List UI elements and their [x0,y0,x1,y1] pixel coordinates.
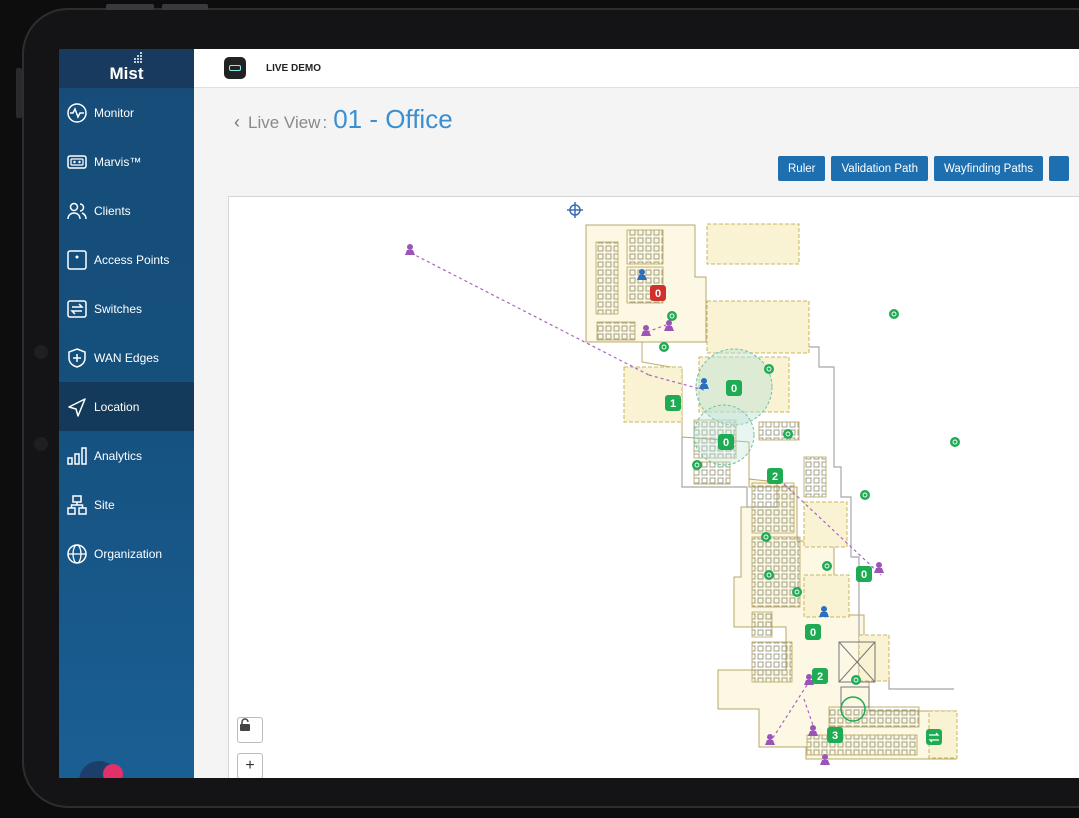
org-logo-icon[interactable] [224,57,246,79]
page-title: 01 - Office [333,104,453,134]
access-point-icon [66,249,88,271]
sidebar: Mist Monitor Marvis™ Clients Access Poin… [59,49,194,778]
validation-path-button[interactable]: Validation Path [831,156,928,181]
site-icon [66,494,88,516]
pulse-icon [66,102,88,124]
sidebar-item-label: Access Points [94,252,170,267]
location-arrow-icon [66,396,88,418]
sidebar-item-analytics[interactable]: Analytics [59,431,194,480]
switch-icon [66,298,88,320]
sidebar-item-marvis[interactable]: Marvis™ [59,137,194,186]
map-crosshair-icon [567,202,583,218]
sidebar-item-organization[interactable]: Organization [59,529,194,578]
sidebar-item-label: Organization [94,546,163,561]
sidebar-item-label: Monitor [94,105,135,120]
app-screen: Mist Monitor Marvis™ Clients Access Poin… [59,49,1079,778]
sidebar-item-label: Location [94,399,140,414]
switch-marker-icon [926,729,942,745]
floorplan-canvas: 0 0 1 0 2 0 0 2 3 [405,202,960,765]
org-name[interactable]: LIVE DEMO [266,63,321,74]
sidebar-item-label: Switches [94,301,143,316]
lock-icon [240,718,250,731]
marvis-icon [66,151,88,173]
globe-icon [66,543,88,565]
sidebar-item-label: WAN Edges [94,350,159,365]
sidebar-item-label: Analytics [94,448,143,463]
sidebar-item-monitor[interactable]: Monitor [59,88,194,137]
map-toolbar: Ruler Validation Path Wayfinding Paths [778,156,1070,181]
more-button[interactable] [1049,156,1070,181]
notification-dot [103,764,123,778]
sidebar-item-label: Clients [94,203,131,218]
wayfinding-paths-button[interactable]: Wayfinding Paths [934,156,1044,181]
camera-dot [34,437,48,451]
title-separator: : [322,113,328,132]
sidebar-item-location[interactable]: Location [59,382,194,431]
sidebar-item-wan-edges[interactable]: WAN Edges [59,333,194,382]
ap-count-label: 3 [832,730,838,742]
sidebar-item-site[interactable]: Site [59,480,194,529]
lock-map-button[interactable] [237,717,263,743]
sidebar-item-label: Marvis™ [94,154,142,169]
top-button [106,4,154,10]
sidebar-item-access-points[interactable]: Access Points [59,235,194,284]
volume-button [16,68,22,118]
sidebar-item-label: Site [94,497,115,512]
ap-count-label: 0 [810,627,816,639]
back-chevron-icon[interactable]: ‹ [234,112,240,133]
floor-map[interactable]: 0 0 1 0 2 0 0 2 3 + [228,196,1079,778]
ap-count-label: 2 [772,471,778,483]
ap-count-label: 0 [655,288,661,300]
ap-count-label: 0 [723,437,729,449]
ap-count-label: 0 [731,383,737,395]
camera-dot [34,345,48,359]
mist-logo[interactable]: Mist [59,49,194,88]
clients-icon [66,200,88,222]
top-button [162,4,208,10]
sidebar-item-clients[interactable]: Clients [59,186,194,235]
live-view-label[interactable]: Live View [248,113,320,133]
ap-count-label: 0 [861,569,867,581]
logo-dots [134,52,144,64]
ruler-button[interactable]: Ruler [778,156,826,181]
sidebar-item-switches[interactable]: Switches [59,284,194,333]
logo-text: Mist [109,64,144,83]
ap-count-label: 1 [670,398,676,410]
wan-edge-icon [66,347,88,369]
top-bar: LIVE DEMO [194,49,1079,88]
page-header: ‹ Live View : 01 - Office [234,104,453,135]
ap-count-label: 2 [817,671,823,683]
analytics-icon [66,445,88,467]
zoom-in-button[interactable]: + [237,753,263,778]
